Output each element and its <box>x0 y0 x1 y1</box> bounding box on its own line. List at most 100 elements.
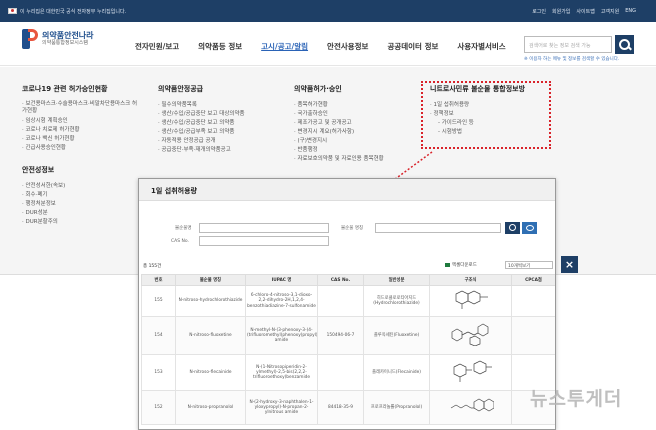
menu-item[interactable]: 필수의약품목록 <box>158 101 245 110</box>
nav-safety-info[interactable]: 안전사용정보 <box>327 41 368 52</box>
menu-item[interactable]: 자동적용 안정공급 공개 <box>158 137 245 146</box>
menu-col-title[interactable]: 의약품허가·승인 <box>294 84 384 94</box>
cell-no: 152 <box>141 390 176 425</box>
per-page-select[interactable]: 10개씩보기 <box>505 261 553 269</box>
menu-item[interactable]: 회수·폐기 <box>22 191 142 200</box>
label-iupac: 불순물 명칭 <box>341 226 364 231</box>
logo-title: 의약품안전나라 <box>42 31 94 40</box>
cell-name: N-nitroso-propranolol <box>175 390 246 425</box>
cas-input[interactable] <box>199 236 329 246</box>
signup-link[interactable]: 회원가입 <box>552 8 570 15</box>
logo-mark-icon <box>22 29 38 49</box>
nav-drug-info[interactable]: 의약품등 정보 <box>198 41 242 52</box>
site-search-input[interactable]: 검색어로 찾는 정보 검색 가능 <box>524 36 612 53</box>
login-link[interactable]: 로그인 <box>532 8 546 15</box>
cell-cas: 150494-06-7 <box>317 316 364 355</box>
label-cas: CAS No. <box>171 239 189 244</box>
menu-item[interactable]: 보건용마스크·수술용마스크·비말차단용마스크 허가현황 <box>22 101 142 115</box>
result-count: 총 155건 <box>143 264 162 269</box>
iupac-input[interactable] <box>375 223 501 233</box>
nav-user-service[interactable]: 사용자별서비스 <box>457 41 505 52</box>
cell-name: N-nitroso-fluoxetine <box>175 316 246 355</box>
impurity-name-input[interactable] <box>199 223 329 233</box>
cell-cas: 84418-35-9 <box>317 390 364 425</box>
cell-cpca <box>511 285 555 317</box>
search-form: 불순물명 불순물 명칭 CAS No. <box>139 215 555 246</box>
gov-notice-bar: 이 누리집은 대한민국 공식 전자정부 누리집입니다. 로그인 회원가입 사이트… <box>0 0 656 22</box>
site-logo[interactable]: 의약품안전나라 의약품통합정보시스템 <box>22 29 94 49</box>
excel-download-button[interactable]: 엑셀다운로드 <box>445 262 477 268</box>
structure-image <box>450 398 494 412</box>
english-link[interactable]: ENG <box>625 8 636 15</box>
menu-item[interactable]: 생산/수입/공급중단 보고 의약품 <box>158 119 245 128</box>
popup-search-icon[interactable] <box>505 222 520 234</box>
cell-structure <box>429 285 512 317</box>
cell-ingredient: 히드로클로로티아지드(Hydrochlorothiazide) <box>363 285 430 317</box>
col-header[interactable]: 번호 <box>141 274 176 286</box>
impurity-table: 번호 불순물 명칭 IUPAC 명 CAS No. 일반성분 구조식 CPCA점… <box>141 274 555 425</box>
nav-civil-service[interactable]: 전자민원/보고 <box>135 41 179 52</box>
menu-item[interactable]: 자료보호의약품 및 자료인용 품목현황 <box>294 155 384 164</box>
menu-item[interactable]: 행정처분정보 <box>22 200 142 209</box>
table-row[interactable]: 154 N-nitroso-fluoxetine N-methyl-N-(3-p… <box>141 316 555 355</box>
menu-item[interactable]: 제조가공고 및 공개공고 <box>294 119 384 128</box>
highlight-annotation-box <box>421 81 551 149</box>
menu-item[interactable]: 품목허가현황 <box>294 101 384 110</box>
cell-cpca <box>511 316 555 355</box>
col-header[interactable]: CPCA점 <box>511 274 555 286</box>
menu-item[interactable]: DUR분할주의 <box>22 218 142 227</box>
cell-structure <box>429 316 512 355</box>
nav-notice[interactable]: 고시/공고/알림 <box>261 41 308 52</box>
menu-item[interactable]: 코로나 치료제 허가현황 <box>22 126 142 135</box>
main-nav: 전자민원/보고 의약품등 정보 고시/공고/알림 안전사용정보 공공데이터 정보… <box>135 41 525 52</box>
menu-item[interactable]: 국가출하승인 <box>294 110 384 119</box>
menu-item[interactable]: 임상시험 계획승인 <box>22 117 142 126</box>
news-watermark: 뉴스투게더 <box>530 388 623 410</box>
cell-no: 153 <box>141 354 176 391</box>
menu-col-title[interactable]: 의약품안정공급 <box>158 84 245 94</box>
support-link[interactable]: 고객지원 <box>601 8 619 15</box>
nav-public-data[interactable]: 공공데이터 정보 <box>387 41 438 52</box>
table-header-row: 번호 불순물 명칭 IUPAC 명 CAS No. 일반성분 구조식 CPCA점 <box>141 274 555 286</box>
cell-structure <box>429 354 512 391</box>
table-row[interactable]: 155 N-nitroso-hydrochlorothiazide 6-chlo… <box>141 285 555 317</box>
menu-item[interactable]: 안전성서한(속보) <box>22 182 142 191</box>
close-icon[interactable]: × <box>561 256 578 273</box>
col-header[interactable]: IUPAC 명 <box>245 274 318 286</box>
menu-col-covid: 코로나19 관련 허가승인현황 보건용마스크·수술용마스크·비말차단용마스크 허… <box>22 84 142 227</box>
menu-item[interactable]: 긴급사용승인현황 <box>22 144 142 153</box>
col-header[interactable]: 불순물 명칭 <box>175 274 246 286</box>
menu-item[interactable]: 코로나 백신 허가현황 <box>22 135 142 144</box>
menu-item[interactable]: 반품행정 <box>294 146 384 155</box>
menu-col-title[interactable]: 코로나19 관련 허가승인현황 <box>22 84 142 94</box>
utility-links: 로그인 회원가입 사이트맵 고객지원 ENG <box>532 8 636 15</box>
gov-notice-text: 이 누리집은 대한민국 공식 전자정부 누리집입니다. <box>20 8 127 15</box>
menu-item[interactable]: 공급중단·부족·재개의약품공고 <box>158 146 245 155</box>
structure-image <box>451 323 488 347</box>
cell-iupac: N-(1-Nitrosopiperidin-2-ylmethyl)-2,5-bi… <box>245 354 318 391</box>
reset-icon[interactable] <box>522 222 537 234</box>
cell-structure <box>429 390 512 425</box>
menu-item[interactable]: (구)변경지시 <box>294 137 384 146</box>
menu-col-supply: 의약품안정공급 필수의약품목록 생산/수입/공급중단 보고 대상의약품 생산/수… <box>158 84 245 155</box>
menu-item[interactable]: 생산/수입/공급부족 보고 의약품 <box>158 128 245 137</box>
sitemap-link[interactable]: 사이트맵 <box>576 8 594 15</box>
daily-intake-popup: 1일 섭취허용량 불순물명 불순물 명칭 CAS No. 총 155건 엑셀다운… <box>138 178 556 430</box>
cell-iupac: 6-chloro-4-nitroso-3,1-dioxo-2,2-dihydro… <box>245 285 318 317</box>
search-hint: ※ 이용자 하는 메뉴 및 정보를 검색할 수 있습니다. <box>524 57 620 62</box>
menu-item[interactable]: 생산/수입/공급중단 보고 대상의약품 <box>158 110 245 119</box>
col-header[interactable]: 구조식 <box>429 274 512 286</box>
table-row[interactable]: 153 N-nitroso-flecainide N-(1-Nitrosopip… <box>141 354 555 391</box>
search-icon[interactable] <box>615 35 634 54</box>
structure-image <box>453 360 492 383</box>
col-header[interactable]: 일반성분 <box>363 274 430 286</box>
cell-no: 154 <box>141 316 176 355</box>
col-header[interactable]: CAS No. <box>317 274 364 286</box>
menu-col-title[interactable]: 안전성정보 <box>22 165 142 175</box>
cell-cas <box>317 285 364 317</box>
menu-item[interactable]: DUR성분 <box>22 209 142 218</box>
menu-item[interactable]: 변경지시 계요(허가사항) <box>294 128 384 137</box>
cell-no: 155 <box>141 285 176 317</box>
table-row[interactable]: 152 N-nitroso-propranolol N-(2-hydroxy-3… <box>141 390 555 425</box>
cell-name: N-nitroso-hydrochlorothiazide <box>175 285 246 317</box>
